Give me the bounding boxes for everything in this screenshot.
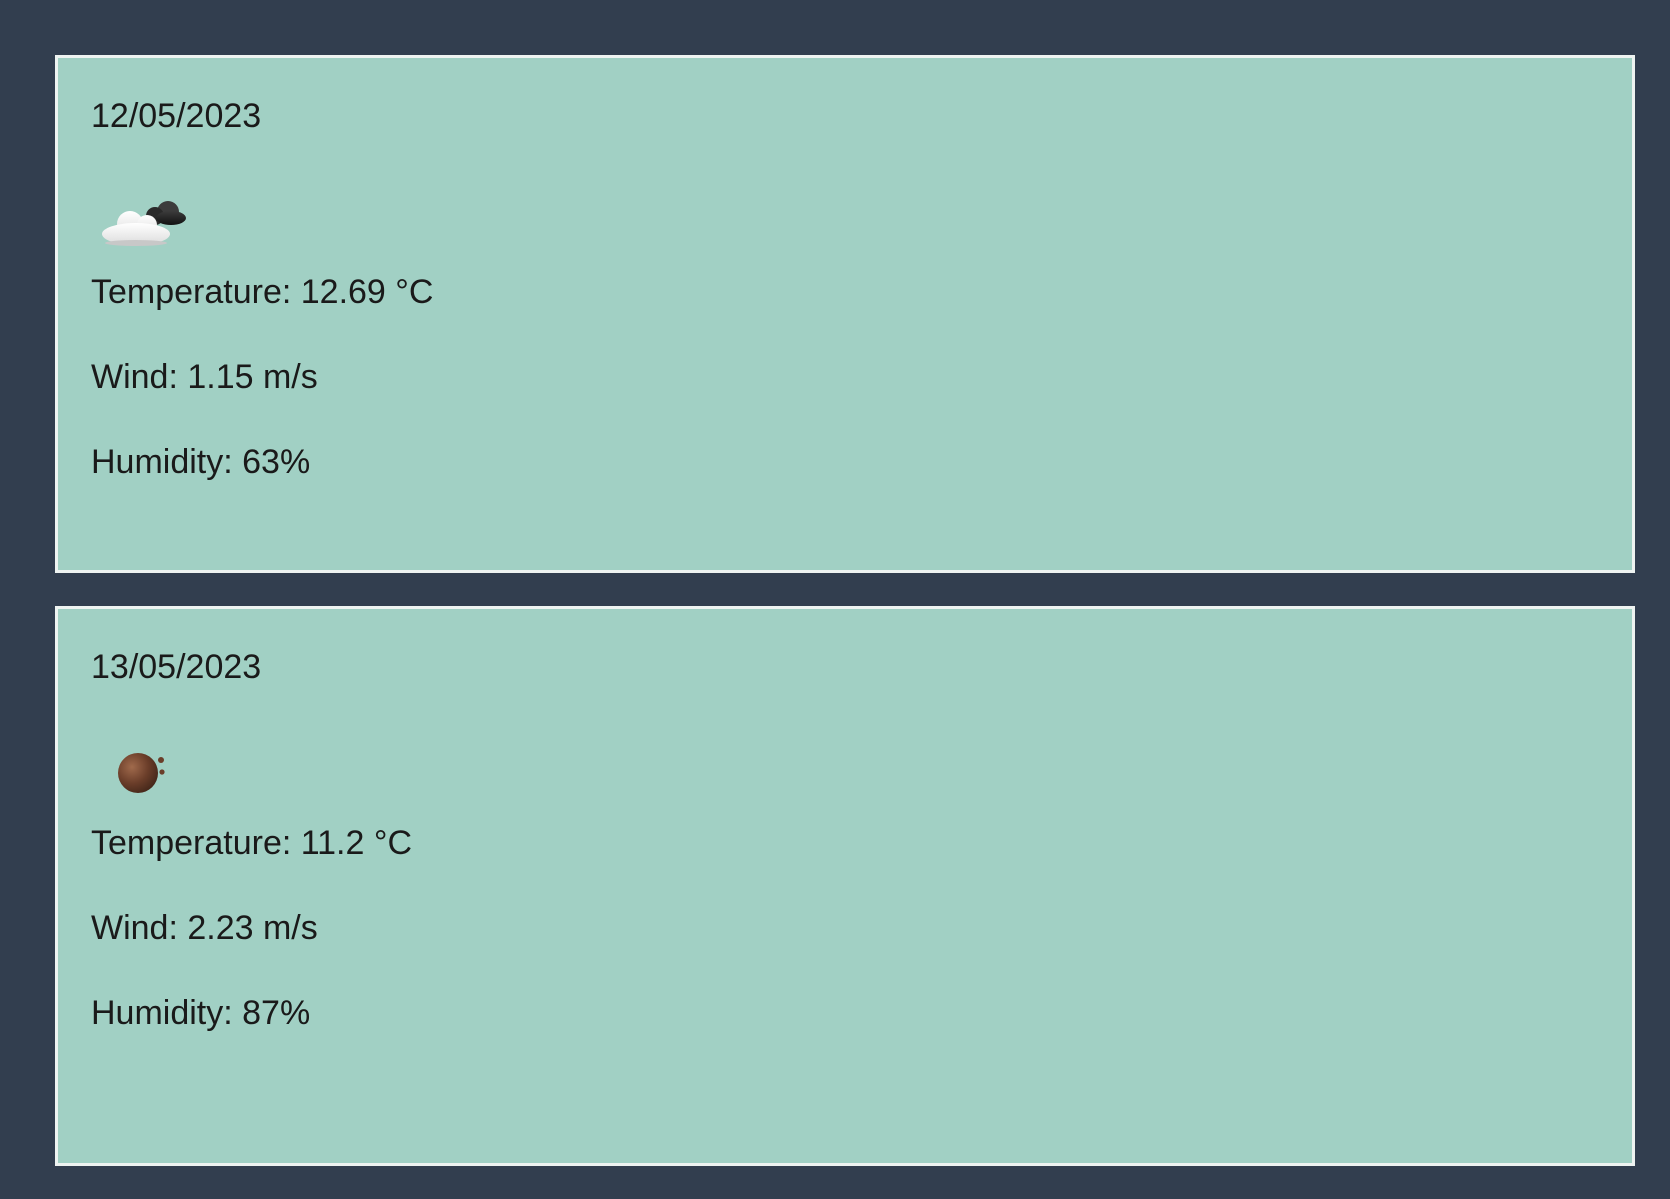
temperature-text: Temperature: 11.2 °C [91, 824, 413, 862]
forecast-day-card: 12/05/2023 Temperature: 12.69 °C Wind: 1… [55, 55, 1635, 573]
dark-round-weather-icon [91, 727, 211, 807]
humidity-text: Humidity: 87% [91, 994, 311, 1032]
forecast-list: 12/05/2023 Temperature: 12.69 °C Wind: 1… [55, 55, 1635, 1199]
forecast-date: 13/05/2023 [91, 648, 262, 686]
forecast-date: 12/05/2023 [91, 97, 262, 135]
humidity-text: Humidity: 63% [91, 443, 311, 481]
temperature-text: Temperature: 12.69 °C [91, 273, 434, 311]
wind-text: Wind: 1.15 m/s [91, 358, 318, 396]
wind-text: Wind: 2.23 m/s [91, 909, 318, 947]
forecast-day-card: 13/05/2023 Temperature: 11.2 °C Wind: 2.… [55, 606, 1635, 1166]
partly-cloudy-night-icon [91, 176, 211, 256]
